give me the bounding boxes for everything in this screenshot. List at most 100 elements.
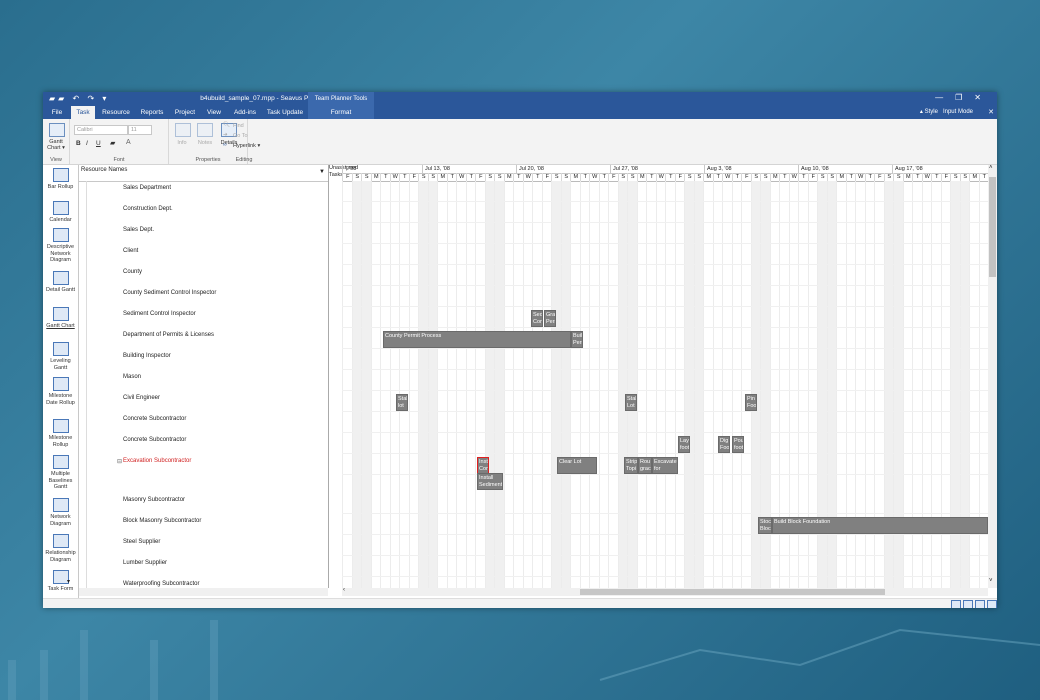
task-bar[interactable]: Gra Perr xyxy=(544,310,556,327)
hyperlink-icon[interactable]: ∞ xyxy=(223,142,227,148)
resource-row[interactable]: Construction Dept. xyxy=(123,206,173,212)
view-shortcut-gantt-icon[interactable] xyxy=(951,600,961,608)
tab-reports[interactable]: Reports xyxy=(137,106,167,119)
style-toggle[interactable]: ▴ Style xyxy=(920,109,938,115)
notes-button[interactable]: Notes xyxy=(194,140,216,146)
tab-project[interactable]: Project xyxy=(171,106,199,119)
goto-button[interactable]: Go To xyxy=(233,133,248,139)
view-detail-gantt[interactable]: Detail Gantt xyxy=(43,271,78,294)
task-bar[interactable]: Clear Lot xyxy=(557,457,597,474)
restore-icon[interactable]: ❐ xyxy=(955,93,974,102)
task-bar[interactable]: Stoc Bloc xyxy=(758,517,772,534)
task-bar[interactable]: Strip Topi xyxy=(624,457,638,474)
goto-icon[interactable]: ➜ xyxy=(223,132,228,138)
input-mode[interactable]: Input Mode xyxy=(943,109,973,115)
view-milestone-date-rollup[interactable]: Milestone Date Rollup xyxy=(43,377,78,406)
bold-button[interactable]: B xyxy=(76,140,81,147)
resource-row[interactable]: County Sediment Control Inspector xyxy=(123,290,216,296)
task-bar[interactable]: Stak Lot xyxy=(625,394,637,411)
task-bar[interactable]: Install Sediment xyxy=(477,473,503,490)
info-button[interactable]: Info xyxy=(173,140,191,146)
task-bar[interactable]: Dig Foo xyxy=(718,436,730,453)
task-bar[interactable]: Inst Con xyxy=(477,457,489,474)
scroll-up-icon[interactable]: ˄ xyxy=(989,165,993,171)
quick-access-toolbar[interactable]: ▰▰ ↶ ↷ ▾ xyxy=(49,94,109,103)
resource-row[interactable]: Sediment Control Inspector xyxy=(123,311,196,317)
resource-row[interactable]: Lumber Supplier xyxy=(123,560,167,566)
window-controls[interactable]: ―❐✕ xyxy=(935,93,993,102)
view-shortcut-sheet-icon[interactable] xyxy=(987,600,997,608)
view-shortcut-team-planner-icon[interactable] xyxy=(975,600,985,608)
task-bar[interactable]: Buil Perr xyxy=(571,331,583,348)
find-button[interactable]: Find xyxy=(233,123,244,129)
grid-horizontal-scrollbar[interactable] xyxy=(79,588,328,596)
tab-add-ins[interactable]: Add-ins xyxy=(229,106,261,119)
view-bar-rollup[interactable]: Bar Rollup xyxy=(43,168,78,191)
resource-row[interactable]: Concrete Subcontractor xyxy=(123,416,186,422)
horizontal-scrollbar[interactable]: ‹ xyxy=(342,587,988,596)
info-icon[interactable] xyxy=(175,123,191,137)
task-bar[interactable]: Pin Foo xyxy=(745,394,757,411)
resource-row[interactable]: Masonry Subcontractor xyxy=(123,497,185,503)
view-descriptive-network[interactable]: Descriptive Network Diagram xyxy=(43,228,78,264)
resource-row[interactable]: Excavation Subcontractor xyxy=(123,458,191,464)
notes-icon[interactable] xyxy=(197,123,213,137)
ribbon-right-options[interactable]: ▴ Style Input Mode xyxy=(920,106,973,119)
hyperlink-button[interactable]: Hyperlink ▾ xyxy=(233,143,260,149)
view-leveling-gantt[interactable]: Leveling Gantt xyxy=(43,342,78,371)
resource-row[interactable]: Mason xyxy=(123,374,141,380)
font-color-icon[interactable]: A xyxy=(126,139,131,146)
view-milestone-rollup[interactable]: Milestone Rollup xyxy=(43,419,78,448)
font-name-select[interactable]: Calibri xyxy=(74,125,128,135)
view-multiple-baselines[interactable]: Multiple Baselines Gantt xyxy=(43,455,78,491)
task-bar[interactable]: Pou foot xyxy=(732,436,744,453)
view-network-diagram[interactable]: Network Diagram xyxy=(43,498,78,527)
view-relationship-diagram[interactable]: Relationship Diagram xyxy=(43,534,78,563)
task-bar[interactable]: Excavate for xyxy=(652,457,678,474)
find-icon[interactable]: 🔍︎ xyxy=(223,122,230,128)
underline-button[interactable]: U xyxy=(96,140,101,147)
font-size-select[interactable]: 11 xyxy=(128,125,152,135)
collapse-icon[interactable]: ⊟ xyxy=(117,458,122,465)
task-bar[interactable]: Build Block Foundation xyxy=(772,517,988,534)
resource-row[interactable]: Sales Dept. xyxy=(123,227,154,233)
tab-view[interactable]: View xyxy=(203,106,225,119)
gantt-chart-button[interactable]: Gantt Chart ▾ xyxy=(43,139,69,151)
tab-task[interactable]: Task xyxy=(71,106,95,119)
task-bar[interactable]: Stak lot xyxy=(396,394,408,411)
vertical-scrollbar[interactable]: ˄ ˅ xyxy=(988,165,997,588)
gantt-chart-icon[interactable] xyxy=(49,123,65,137)
resource-row[interactable]: Building Inspector xyxy=(123,353,171,359)
vertical-scroll-thumb[interactable] xyxy=(989,177,996,277)
horizontal-scroll-thumb[interactable] xyxy=(580,589,885,595)
resource-row[interactable]: Waterproofing Subcontractor xyxy=(123,581,199,587)
view-shortcut-usage-icon[interactable] xyxy=(963,600,973,608)
task-bar[interactable]: Rou grac xyxy=(638,457,652,474)
task-bar[interactable]: County Permit Process xyxy=(383,331,571,348)
view-gantt-chart[interactable]: Gantt Chart xyxy=(43,307,78,330)
highlight-color-icon[interactable]: ▰ xyxy=(110,139,115,147)
tab-format[interactable]: Format xyxy=(308,106,374,119)
filter-dropdown-icon[interactable]: ▼ xyxy=(319,169,325,175)
minimize-icon[interactable]: ― xyxy=(935,93,955,102)
view-task-form[interactable]: Task Form xyxy=(43,570,78,593)
tab-task-update[interactable]: Task Update xyxy=(265,106,305,119)
tab-resource[interactable]: Resource xyxy=(99,106,133,119)
resource-row[interactable]: County xyxy=(123,269,142,275)
resource-row[interactable]: Client xyxy=(123,248,138,254)
view-bar-scroll-down-icon[interactable]: ▾ xyxy=(67,578,70,585)
view-calendar[interactable]: Calendar xyxy=(43,201,78,224)
resource-names-header[interactable]: Resource Names ▼ xyxy=(79,165,328,182)
scroll-down-icon[interactable]: ˅ xyxy=(989,578,993,584)
resource-row[interactable]: Steel Supplier xyxy=(123,539,160,545)
team-planner-timeline[interactable]: ', '08 Jul 13, '08 Jul 20, '08 Jul 27, '08 A… xyxy=(342,165,988,588)
tab-file[interactable]: File xyxy=(47,106,67,119)
italic-button[interactable]: I xyxy=(86,140,88,147)
scroll-left-icon[interactable]: ‹ xyxy=(343,587,345,593)
resource-row[interactable]: Block Masonry Subcontractor xyxy=(123,518,201,524)
task-bar[interactable]: Sed Con xyxy=(531,310,543,327)
resource-row[interactable]: Sales Department xyxy=(123,185,171,191)
resource-row[interactable]: Civil Engineer xyxy=(123,395,160,401)
ribbon-close-icon[interactable]: ✕ xyxy=(988,106,994,119)
task-bar[interactable]: Lay foot xyxy=(678,436,690,453)
